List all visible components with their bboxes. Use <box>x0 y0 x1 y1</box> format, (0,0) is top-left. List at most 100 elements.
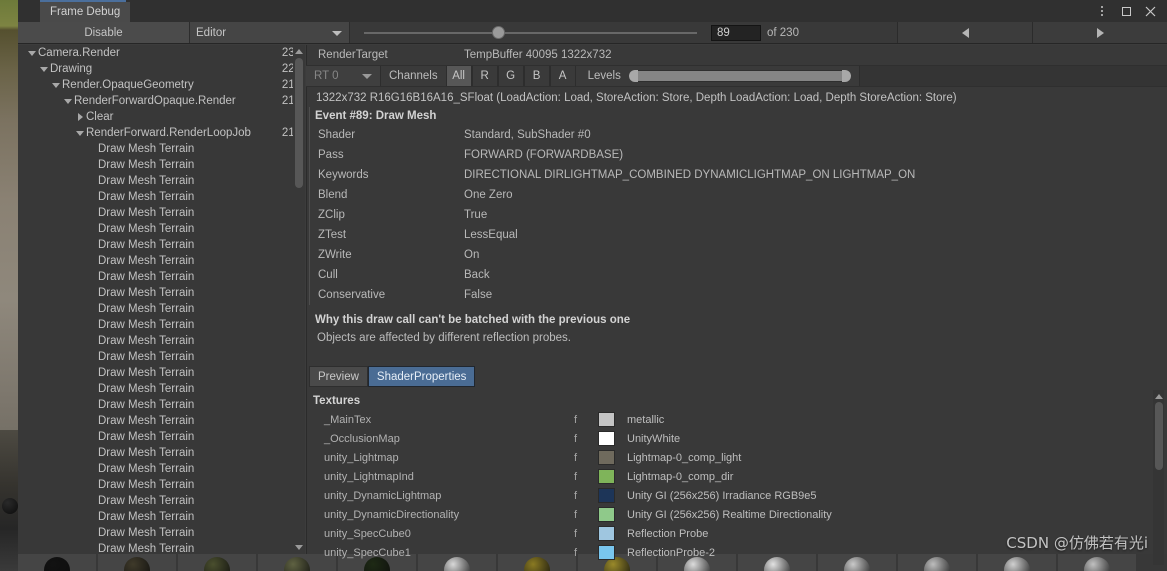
texture-asset-name: metallic <box>627 413 665 426</box>
channel-button-b[interactable]: B <box>523 66 550 86</box>
tree-row[interactable]: Draw Mesh Terrain <box>18 493 305 509</box>
tree-row[interactable]: Draw Mesh Terrain <box>18 301 305 317</box>
channel-button-a[interactable]: A <box>549 66 576 86</box>
tree-row[interactable]: Draw Mesh Terrain <box>18 237 305 253</box>
tree-row[interactable]: RenderForward.RenderLoopJob 217 <box>18 125 305 141</box>
levels-min-handle[interactable] <box>628 70 638 82</box>
scroll-up-icon[interactable] <box>295 49 303 54</box>
tree-row[interactable]: Draw Mesh Terrain <box>18 509 305 525</box>
detail-scroll-thumb[interactable] <box>1154 402 1163 470</box>
frame-number-input[interactable]: 89 <box>711 24 761 41</box>
asset-thumbnail[interactable] <box>1058 554 1136 571</box>
channel-button-g[interactable]: G <box>497 66 524 86</box>
tree-row[interactable]: Draw Mesh Terrain <box>18 173 305 189</box>
more-options-icon[interactable] <box>1095 4 1109 18</box>
tree-row[interactable]: RenderForwardOpaque.Render 218 <box>18 93 305 109</box>
tree-row[interactable]: Draw Mesh Terrain <box>18 365 305 381</box>
tab-shader-properties[interactable]: ShaderProperties <box>367 366 476 387</box>
texture-row[interactable]: unity_Lightmap f Lightmap-0_comp_light <box>309 448 1009 467</box>
tree-row[interactable]: Draw Mesh Terrain <box>18 189 305 205</box>
tree-row[interactable]: Draw Mesh Terrain <box>18 285 305 301</box>
rt-selector-dropdown[interactable]: RT 0 <box>306 66 381 86</box>
disable-button-label: Disable <box>84 26 123 39</box>
frame-total-text: of 230 <box>767 26 799 39</box>
chevron-down-icon[interactable] <box>26 50 38 56</box>
tree-row[interactable]: Draw Mesh Terrain <box>18 381 305 397</box>
tree-row-label: Draw Mesh Terrain <box>98 511 195 523</box>
texture-row[interactable]: unity_DynamicDirectionality f Unity GI (25… <box>309 505 1009 524</box>
channel-button-all[interactable]: All <box>445 66 472 86</box>
tree-row[interactable]: Draw Mesh Terrain <box>18 397 305 413</box>
frame-slider[interactable] <box>350 22 711 43</box>
tree-row[interactable]: Draw Mesh Terrain <box>18 413 305 429</box>
texture-thumbnail[interactable] <box>598 488 615 503</box>
next-event-button[interactable] <box>1032 22 1167 43</box>
detail-scrollbar[interactable] <box>1153 390 1164 565</box>
texture-thumbnail[interactable] <box>598 412 615 427</box>
texture-row[interactable]: unity_DynamicLightmap f Unity GI (256x256)… <box>309 486 1009 505</box>
chevron-down-icon[interactable] <box>50 82 62 88</box>
property-key: Keywords <box>318 169 369 181</box>
tree-row[interactable]: Clear1 <box>18 109 305 125</box>
chevron-right-icon[interactable] <box>74 113 86 121</box>
texture-row[interactable]: unity_SpecCube0 f Reflection Probe <box>309 524 1009 543</box>
scroll-down-icon[interactable] <box>295 545 303 550</box>
scroll-up-icon[interactable] <box>1154 394 1163 399</box>
texture-flag: f <box>574 508 578 521</box>
tree-row[interactable]: Draw Mesh Terrain <box>18 221 305 237</box>
tree-row[interactable]: Draw Mesh Terrain <box>18 477 305 493</box>
texture-thumbnail[interactable] <box>598 469 615 484</box>
asset-thumbnail[interactable] <box>178 554 256 571</box>
texture-thumbnail[interactable] <box>598 507 615 522</box>
tree-row[interactable]: Draw Mesh Terrain <box>18 253 305 269</box>
tab-preview[interactable]: Preview <box>309 366 368 387</box>
texture-row[interactable]: unity_LightmapInd f Lightmap-0_comp_dir <box>309 467 1009 486</box>
maximize-icon[interactable] <box>1119 4 1133 18</box>
event-tree[interactable]: Camera.Render 230 Drawing 228 Render.OpaqueG… <box>18 45 305 554</box>
texture-row[interactable]: _MainTex f metallic <box>309 410 1009 429</box>
tree-row[interactable]: Draw Mesh Terrain <box>18 541 305 554</box>
tree-row[interactable]: Draw Mesh Terrain <box>18 317 305 333</box>
texture-row[interactable]: _OcclusionMap f UnityWhite <box>309 429 1009 448</box>
tree-row[interactable]: Draw Mesh Terrain <box>18 429 305 445</box>
tree-row[interactable]: Draw Mesh Terrain <box>18 333 305 349</box>
texture-thumbnail[interactable] <box>598 431 615 446</box>
levels-max-handle[interactable] <box>841 70 851 82</box>
asset-thumbnail[interactable] <box>98 554 176 571</box>
previous-event-button[interactable] <box>897 22 1032 43</box>
tree-row[interactable]: Draw Mesh Terrain <box>18 525 305 541</box>
tree-row[interactable]: Draw Mesh Terrain <box>18 349 305 365</box>
context-dropdown[interactable]: Editor <box>190 22 350 43</box>
texture-row[interactable]: unity_SpecCube1 f ReflectionProbe-2 <box>309 543 1009 562</box>
texture-thumbnail[interactable] <box>598 526 615 541</box>
tree-row[interactable]: Draw Mesh Terrain <box>18 157 305 173</box>
event-tree-scroll-thumb[interactable] <box>295 58 303 188</box>
asset-thumbnail[interactable] <box>18 554 96 571</box>
property-key: Blend <box>318 189 348 201</box>
frame-slider-handle[interactable] <box>492 26 506 39</box>
tree-row[interactable]: Drawing 228 <box>18 61 305 77</box>
chevron-down-icon[interactable] <box>74 130 86 136</box>
tree-row[interactable]: Draw Mesh Terrain <box>18 461 305 477</box>
tab-frame-debug[interactable]: Frame Debug <box>40 2 131 22</box>
texture-asset-name: Lightmap-0_comp_dir <box>627 470 734 483</box>
chevron-down-icon[interactable] <box>62 98 74 104</box>
levels-range-slider[interactable] <box>628 70 851 82</box>
chevron-down-icon[interactable] <box>38 66 50 72</box>
texture-flag: f <box>574 470 578 483</box>
event-tree-scrollbar[interactable] <box>293 45 305 554</box>
tree-row-label: Draw Mesh Terrain <box>98 543 195 554</box>
tree-row[interactable]: Camera.Render 230 <box>18 45 305 61</box>
texture-thumbnail[interactable] <box>598 450 615 465</box>
tree-row[interactable]: Draw Mesh Terrain <box>18 445 305 461</box>
tree-row[interactable]: Draw Mesh Terrain <box>18 205 305 221</box>
tree-row[interactable]: Draw Mesh Terrain <box>18 269 305 285</box>
property-row: Pass FORWARD (FORWARDBASE) <box>309 145 623 165</box>
close-icon[interactable] <box>1143 4 1157 18</box>
tree-row-label: Draw Mesh Terrain <box>98 495 195 507</box>
tree-row[interactable]: Render.OpaqueGeometry 218 <box>18 77 305 93</box>
channel-button-r[interactable]: R <box>471 66 498 86</box>
tree-row[interactable]: Draw Mesh Terrain <box>18 141 305 157</box>
texture-thumbnail[interactable] <box>598 545 615 560</box>
disable-button[interactable]: Disable <box>18 22 190 43</box>
